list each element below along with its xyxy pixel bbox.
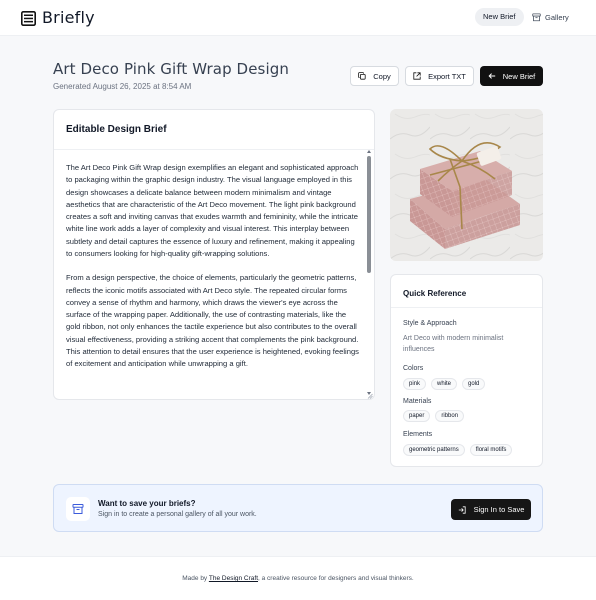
nav-gallery-link[interactable]: Gallery xyxy=(532,8,569,26)
elements-chips: geometric patterns floral motifs xyxy=(403,444,517,456)
export-icon xyxy=(413,72,421,80)
elements-label: Elements xyxy=(403,431,433,438)
color-chip: white xyxy=(431,378,458,390)
footer-link[interactable]: The Design Craft xyxy=(209,575,258,582)
copy-icon xyxy=(358,72,366,80)
colors-chips: pink white gold xyxy=(403,378,490,390)
material-chip: paper xyxy=(403,410,431,422)
color-chip: gold xyxy=(462,378,486,390)
export-txt-button[interactable]: Export TXT xyxy=(405,66,474,86)
design-reference-image xyxy=(390,109,543,261)
new-brief-button[interactable]: New Brief xyxy=(480,66,543,86)
scroll-up-arrow[interactable] xyxy=(367,150,371,153)
brief-paragraph: From a design perspective, the choice of… xyxy=(66,273,359,369)
nav-gallery-label: Gallery xyxy=(545,12,569,22)
arrow-left-icon xyxy=(488,73,495,79)
style-text: Art Deco with modern minimalist influenc… xyxy=(403,335,504,353)
banner-title: Want to save your briefs? xyxy=(98,499,196,508)
colors-label: Colors xyxy=(403,365,424,372)
generated-timestamp: Generated August 26, 2025 at 8:54 AM xyxy=(53,82,192,91)
nav-new-brief-button[interactable]: New Brief xyxy=(475,8,524,26)
scroll-thumb[interactable] xyxy=(367,156,371,273)
element-chip: floral motifs xyxy=(469,444,513,456)
banner-subtitle: Sign in to create a personal gallery of … xyxy=(98,511,257,518)
sign-in-label: Sign In to Save xyxy=(473,505,525,514)
newspaper-icon xyxy=(21,10,36,26)
brief-paragraph: The Art Deco Pink Gift Wrap design exemp… xyxy=(66,163,359,258)
footer: Made by The Design Craft, a creative res… xyxy=(0,556,596,600)
style-label: Style & Approach xyxy=(403,320,457,327)
brief-textarea[interactable]: The Art Deco Pink Gift Wrap design exemp… xyxy=(66,162,362,396)
footer-text: Made by The Design Craft, a creative res… xyxy=(0,575,596,582)
editor-heading: Editable Design Brief xyxy=(54,110,374,150)
save-briefs-banner: Want to save your briefs? Sign in to cre… xyxy=(53,484,543,532)
sign-in-icon xyxy=(458,505,466,514)
footer-suffix: , a creative resource for designers and … xyxy=(258,575,414,582)
new-brief-label: New Brief xyxy=(502,71,536,81)
app-name: Briefly xyxy=(42,8,95,27)
materials-chips: paper ribbon xyxy=(403,410,469,422)
brief-editor-card: Editable Design Brief The Art Deco Pink … xyxy=(53,109,375,400)
element-chip: geometric patterns xyxy=(403,444,465,456)
footer-prefix: Made by xyxy=(182,575,209,582)
color-chip: pink xyxy=(403,378,427,390)
banner-icon-box xyxy=(66,497,90,521)
archive-icon xyxy=(532,12,541,21)
page-title: Art Deco Pink Gift Wrap Design xyxy=(53,60,289,78)
archive-icon xyxy=(72,504,84,514)
resize-handle-icon[interactable] xyxy=(367,393,373,399)
copy-button[interactable]: Copy xyxy=(350,66,399,86)
material-chip: ribbon xyxy=(435,410,465,422)
materials-label: Materials xyxy=(403,398,432,405)
sign-in-button[interactable]: Sign In to Save xyxy=(451,499,531,520)
quick-reference-heading: Quick Reference xyxy=(391,275,542,308)
export-label: Export TXT xyxy=(428,71,466,81)
top-bar: Briefly New Brief Gallery xyxy=(0,0,596,36)
copy-label: Copy xyxy=(373,71,391,81)
app-logo[interactable]: Briefly xyxy=(21,9,95,27)
editor-scrollbar[interactable] xyxy=(367,150,371,398)
